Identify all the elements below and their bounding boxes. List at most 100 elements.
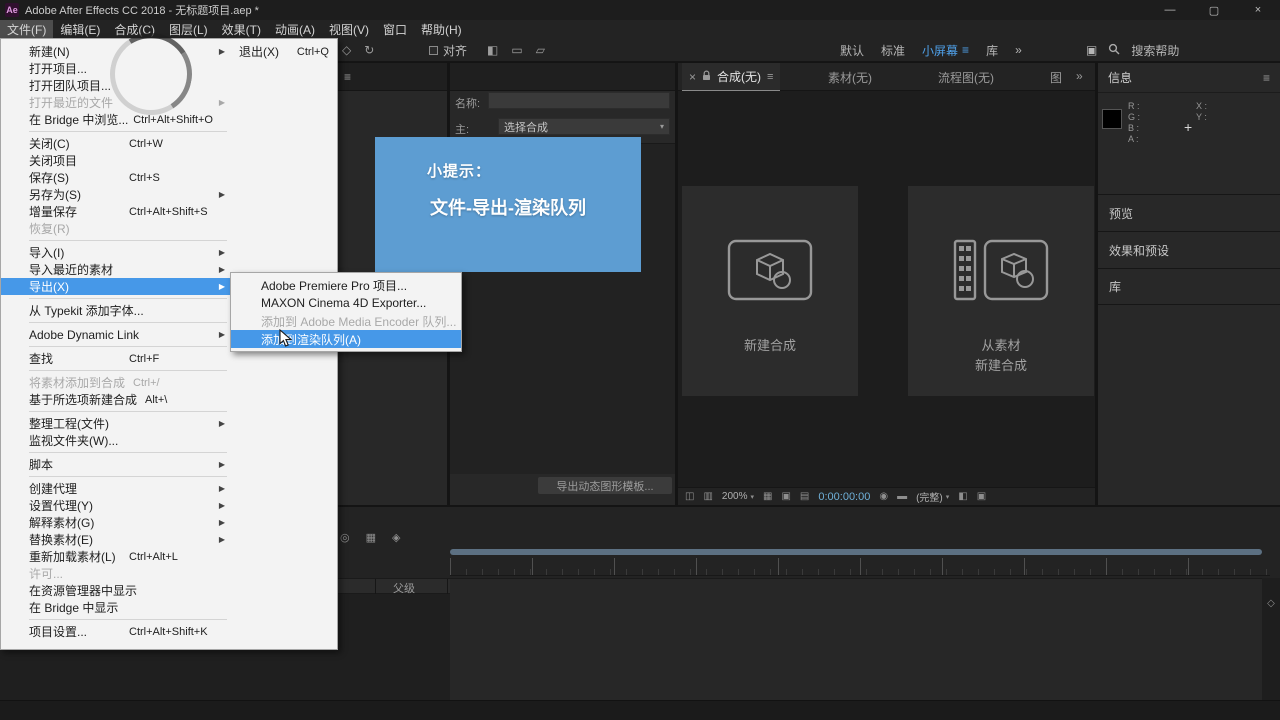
graph-editor-icon[interactable]: ◇ xyxy=(1267,598,1275,609)
file-menu-item[interactable]: 关闭(C)Ctrl+W xyxy=(1,135,231,152)
viewer-toolbar-icon[interactable]: ▤ xyxy=(800,491,809,502)
file-menu-item[interactable]: 项目设置...Ctrl+Alt+Shift+K xyxy=(1,623,231,640)
file-menu-item[interactable]: Adobe Dynamic Link▶ xyxy=(1,326,231,343)
panel-menu-icon[interactable]: ≡ xyxy=(1263,71,1270,85)
menubar-item[interactable]: 视图(V) xyxy=(322,20,376,38)
channel-label: G : xyxy=(1128,112,1140,122)
file-menu-item[interactable]: 查找Ctrl+F xyxy=(1,350,231,367)
tool-icon[interactable]: ▭ xyxy=(511,43,522,57)
workspace-overflow-icon[interactable]: » xyxy=(1015,43,1022,57)
file-menu-item[interactable]: 整理工程(文件)▶ xyxy=(1,415,231,432)
timeline-toolbar-icon[interactable]: ◈ xyxy=(392,531,400,544)
file-menu-item[interactable]: 导入(I)▶ xyxy=(1,244,231,261)
tab-footage[interactable]: 素材(无) xyxy=(828,63,872,91)
workspace-tab[interactable]: 标准 xyxy=(881,42,905,59)
file-menu-item[interactable]: 监视文件夹(W)... xyxy=(1,432,231,449)
file-menu-item[interactable]: 设置代理(Y)▶ xyxy=(1,497,231,514)
composition-select[interactable]: 选择合成 ▾ xyxy=(498,118,670,135)
maximize-button[interactable]: ▢ xyxy=(1192,0,1236,20)
snap-toggle[interactable]: 对齐 xyxy=(429,38,467,62)
viewer-toolbar-icon[interactable]: ◧ xyxy=(958,491,967,502)
viewer-toolbar-icon[interactable]: ◫ xyxy=(685,491,694,502)
zoom-select[interactable]: 200%▾ xyxy=(722,491,754,502)
tool-icon[interactable]: ↻ xyxy=(364,43,374,57)
timeline-toolbar-icon[interactable]: ▦ xyxy=(366,531,376,544)
menubar-item[interactable]: 编辑(E) xyxy=(53,20,107,38)
menubar-item[interactable]: 动画(A) xyxy=(268,20,322,38)
menubar-item[interactable]: 窗口 xyxy=(376,20,414,38)
viewer-toolbar-icon[interactable]: ▬ xyxy=(897,491,907,502)
menubar-item[interactable]: 效果(T) xyxy=(215,20,268,38)
tab-label: 素材(无) xyxy=(828,69,872,86)
viewer-timecode[interactable]: 0:00:00:00 xyxy=(818,491,870,503)
column-divider xyxy=(375,579,376,595)
tab-composition[interactable]: × 合成(无) ≡ xyxy=(682,63,780,91)
file-menu-item[interactable]: 基于所选项新建合成Alt+\ xyxy=(1,391,231,408)
file-menu-item[interactable]: 替换素材(E)▶ xyxy=(1,531,231,548)
workspace-switcher-icon[interactable]: ▣ xyxy=(1086,43,1097,57)
viewer-toolbar-icon[interactable]: ◉ xyxy=(879,491,888,502)
file-menu-item[interactable]: 导入最近的素材▶ xyxy=(1,261,231,278)
collapsed-panel-preview[interactable]: 预览 xyxy=(1098,194,1280,231)
file-menu-item[interactable]: 导出(X)▶ xyxy=(1,278,231,295)
tab-flowchart[interactable]: 流程图(无) xyxy=(938,63,994,91)
menu-separator xyxy=(29,370,227,371)
menubar-item[interactable]: 图层(L) xyxy=(162,20,215,38)
menubar-item[interactable]: 文件(F) xyxy=(0,20,53,38)
resolution-select[interactable]: (完整)▾ xyxy=(916,489,949,504)
export-submenu-item[interactable]: Adobe Premiere Pro 项目... xyxy=(231,276,461,294)
help-search-input[interactable]: 搜索帮助 xyxy=(1131,42,1179,59)
snap-checkbox[interactable] xyxy=(429,46,438,55)
menu-item-label: 导出(X) xyxy=(29,278,129,295)
file-menu-item-exit[interactable]: 退出(X) Ctrl+Q xyxy=(231,43,337,60)
timeline-zoom-scrollbar[interactable] xyxy=(450,549,1262,555)
tool-icon[interactable]: ◇ xyxy=(342,43,351,57)
workspace-tab[interactable]: 默认 xyxy=(840,42,864,59)
column-divider xyxy=(447,579,448,595)
file-menu-item[interactable]: 解释素材(G)▶ xyxy=(1,514,231,531)
export-submenu-item[interactable]: MAXON Cinema 4D Exporter... xyxy=(231,294,461,312)
viewer-toolbar-icon[interactable]: ▥ xyxy=(703,491,712,502)
menubar-item[interactable]: 帮助(H) xyxy=(414,20,469,38)
tab-overflow-icon[interactable]: » xyxy=(1076,69,1083,83)
workspace-tab[interactable]: 小屏幕≡ xyxy=(922,42,969,59)
new-composition-card[interactable]: 新建合成 xyxy=(682,186,858,396)
file-menu-item[interactable]: 在 Bridge 中显示 xyxy=(1,599,231,616)
file-menu-item[interactable]: 关闭项目 xyxy=(1,152,231,169)
close-icon[interactable]: × xyxy=(689,70,696,84)
minimize-button[interactable]: — xyxy=(1148,0,1192,20)
export-submenu-item[interactable]: 添加到渲染队列(A) xyxy=(231,330,461,348)
file-menu-item[interactable]: 脚本▶ xyxy=(1,456,231,473)
timeline-track-area[interactable] xyxy=(450,578,1262,704)
tool-icon[interactable]: ▱ xyxy=(536,43,545,57)
collapsed-panel-effects-presets[interactable]: 效果和预设 xyxy=(1098,231,1280,268)
info-channels: R :G :B :A : xyxy=(1128,101,1140,144)
file-menu-item[interactable]: 在 Bridge 中浏览...Ctrl+Alt+Shift+O xyxy=(1,111,231,128)
info-coordinates: X :Y : xyxy=(1196,101,1207,122)
file-menu-item[interactable]: 在资源管理器中显示 xyxy=(1,582,231,599)
tool-icon[interactable]: ◧ xyxy=(487,43,498,57)
collapsed-panel-library[interactable]: 库 xyxy=(1098,268,1280,305)
workspace-tab[interactable]: 库 xyxy=(986,42,998,59)
menu-item-label: 在 Bridge 中浏览... xyxy=(29,111,133,128)
file-menu-item[interactable]: 从 Typekit 添加字体... xyxy=(1,302,231,319)
file-menu-item[interactable]: 重新加载素材(L)Ctrl+Alt+L xyxy=(1,548,231,565)
file-menu-item[interactable]: 增量保存Ctrl+Alt+Shift+S xyxy=(1,203,231,220)
menu-item-shortcut: Ctrl+F xyxy=(129,353,159,365)
close-button[interactable]: × xyxy=(1236,0,1280,20)
export-motion-template-button[interactable]: 导出动态图形模板... xyxy=(538,477,672,494)
panel-menu-icon[interactable]: ≡ xyxy=(767,71,773,83)
viewer-toolbar-icon[interactable]: ▦ xyxy=(763,491,772,502)
panel-menu-icon[interactable]: ≡ xyxy=(344,70,351,84)
file-menu-item[interactable]: 另存为(S)▶ xyxy=(1,186,231,203)
viewer-toolbar-icon[interactable]: ▣ xyxy=(781,491,790,502)
menu-item-label: 脚本 xyxy=(29,456,129,473)
name-input[interactable] xyxy=(488,92,670,109)
timeline-ruler[interactable] xyxy=(450,558,1270,576)
tab-graph[interactable]: 图 xyxy=(1050,63,1062,91)
timeline-toolbar-icon[interactable]: ◎ xyxy=(340,531,350,544)
file-menu-item[interactable]: 保存(S)Ctrl+S xyxy=(1,169,231,186)
viewer-toolbar-icon[interactable]: ▣ xyxy=(977,491,986,502)
new-comp-from-footage-card[interactable]: 从素材 新建合成 xyxy=(908,186,1094,396)
file-menu-item[interactable]: 创建代理▶ xyxy=(1,480,231,497)
